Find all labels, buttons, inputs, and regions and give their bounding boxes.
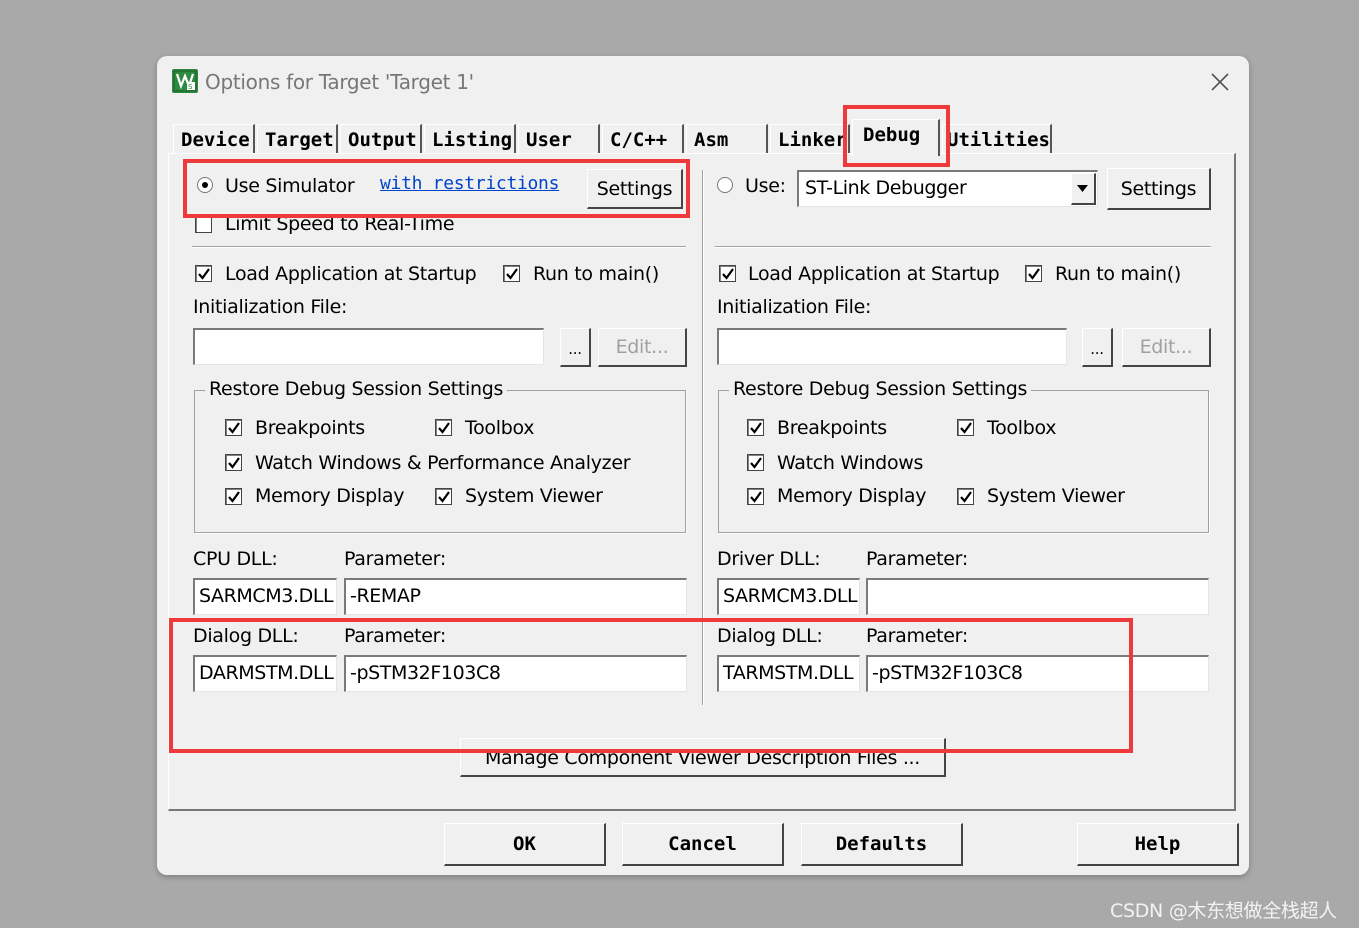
sim-memory-label: Memory Display [255,485,405,507]
sim-edit-button[interactable]: Edit... [598,328,687,367]
driver-param-input[interactable] [866,578,1209,615]
app-icon: S [172,69,198,93]
sim-toolbox-label: Toolbox [465,417,535,439]
tgt-system-viewer-checkbox[interactable] [957,488,974,505]
tgt-watch-checkbox[interactable] [747,454,764,471]
sim-toolbox-checkbox[interactable] [435,419,452,436]
sim-run-to-main-checkbox[interactable] [503,265,520,282]
sim-init-file-input[interactable] [193,328,544,365]
tgt-system-viewer-label: System Viewer [987,485,1125,507]
cpu-param-input[interactable]: -REMAP [344,578,687,615]
cpu-param-label: Parameter: [344,548,446,570]
sim-load-app-label: Load Application at Startup [225,263,477,285]
annotation-use-simulator [183,159,690,218]
ok-button[interactable]: OK [444,823,606,866]
help-button[interactable]: Help [1077,823,1239,866]
sim-memory-checkbox[interactable] [225,488,242,505]
tgt-load-app-label: Load Application at Startup [748,263,1000,285]
chevron-down-icon [1077,185,1088,192]
annotation-debug-tab [843,105,950,167]
sim-breakpoints-label: Breakpoints [255,417,365,439]
tgt-edit-button[interactable]: Edit... [1122,328,1211,367]
debugger-select-arrow[interactable] [1071,173,1096,205]
sim-run-to-main-label: Run to main() [533,263,659,285]
tgt-memory-label: Memory Display [777,485,927,507]
tab-output[interactable]: Output [340,124,422,154]
tgt-breakpoints-label: Breakpoints [777,417,887,439]
tgt-init-file-label: Initialization File: [717,296,872,318]
close-icon[interactable] [1208,70,1232,94]
tab-utilities[interactable]: Utilities [942,124,1052,154]
tgt-memory-checkbox[interactable] [747,488,764,505]
tgt-restore-group-label: Restore Debug Session Settings [729,378,1032,400]
tab-cpp[interactable]: C/C++ [602,124,684,154]
sim-breakpoints-checkbox[interactable] [225,419,242,436]
driver-dll-label: Driver DLL: [717,548,821,570]
tab-device[interactable]: Device [173,124,255,154]
cpu-dll-label: CPU DLL: [193,548,278,570]
tab-asm[interactable]: Asm [686,124,768,154]
sim-system-viewer-label: System Viewer [465,485,603,507]
tgt-breakpoints-checkbox[interactable] [747,419,764,436]
tgt-watch-label: Watch Windows [777,452,924,474]
sim-watch-label: Watch Windows & Performance Analyzer [255,452,631,474]
watermark: CSDN @木东想做全栈超人 [1110,900,1338,922]
svg-text:S: S [188,83,193,91]
tab-listing[interactable]: Listing [424,124,516,154]
window-title: Options for Target 'Target 1' [205,70,474,94]
simulator-separator [192,246,686,248]
tgt-toolbox-checkbox[interactable] [957,419,974,436]
sim-system-viewer-checkbox[interactable] [435,488,452,505]
use-debugger-label: Use: [745,175,786,197]
tgt-browse-button[interactable]: ... [1082,328,1113,367]
use-debugger-radio[interactable] [717,177,733,193]
annotation-dialog-dll [169,618,1133,753]
cancel-button[interactable]: Cancel [622,823,784,866]
driver-dll-input[interactable]: SARMCM3.DLL [717,578,860,615]
tgt-load-app-checkbox[interactable] [719,265,736,282]
target-separator [715,246,1211,248]
tab-target[interactable]: Target [257,124,338,154]
debugger-select-value: ST-Link Debugger [805,177,967,199]
tgt-init-file-input[interactable] [717,328,1067,365]
sim-watch-checkbox[interactable] [225,454,242,471]
debugger-select[interactable]: ST-Link Debugger [797,170,1098,207]
tgt-toolbox-label: Toolbox [987,417,1057,439]
debugger-settings-button[interactable]: Settings [1107,168,1211,210]
sim-init-file-label: Initialization File: [193,296,348,318]
driver-param-label: Parameter: [866,548,968,570]
sim-browse-button[interactable]: ... [560,328,591,367]
sim-restore-group-label: Restore Debug Session Settings [205,378,508,400]
defaults-button[interactable]: Defaults [801,823,963,866]
sim-load-app-checkbox[interactable] [195,265,212,282]
tab-linker[interactable]: Linker [770,124,850,154]
tgt-run-to-main-checkbox[interactable] [1025,265,1042,282]
cpu-dll-input[interactable]: SARMCM3.DLL [193,578,337,615]
tab-user[interactable]: User [518,124,600,154]
limit-speed-checkbox[interactable] [195,216,212,233]
tgt-run-to-main-label: Run to main() [1055,263,1181,285]
